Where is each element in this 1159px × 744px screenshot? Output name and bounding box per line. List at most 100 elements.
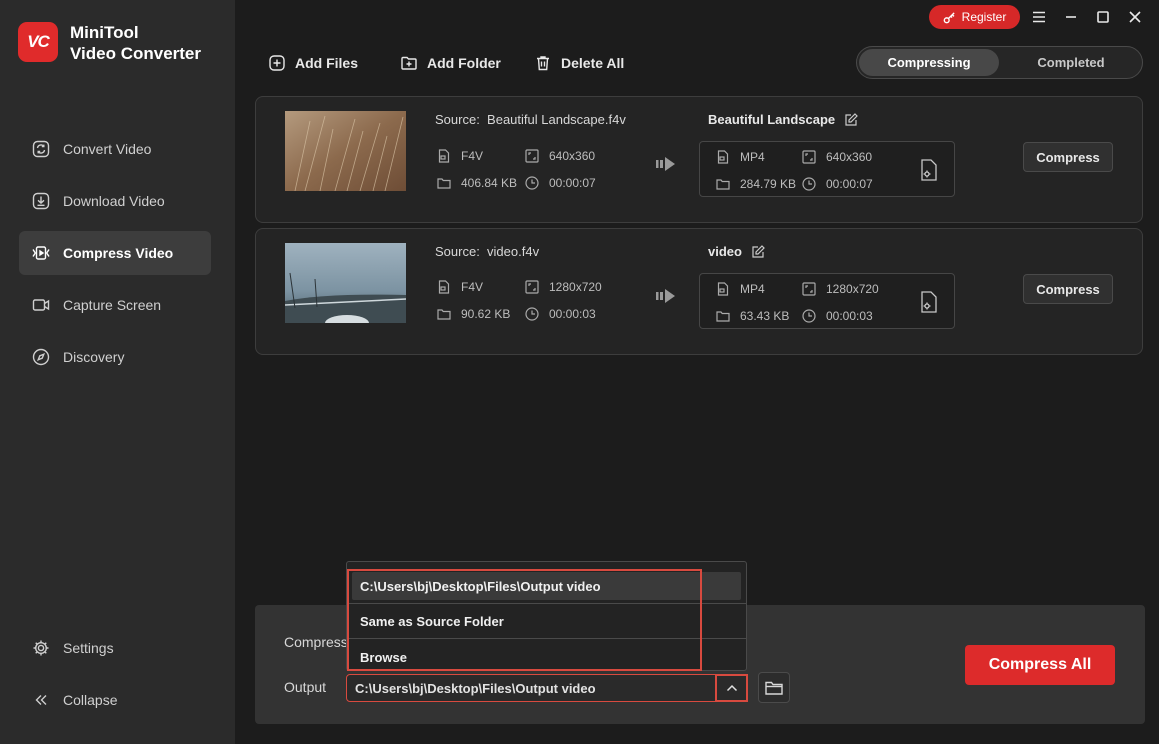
output-name: Beautiful Landscape: [708, 112, 836, 127]
dropdown-divider: [347, 638, 746, 639]
maximize-icon[interactable]: [1095, 9, 1111, 25]
sidebar-item-label: Convert Video: [63, 141, 152, 157]
folder-icon: [437, 178, 451, 189]
source-label: Source:: [435, 112, 480, 127]
output-format: MP4: [716, 150, 765, 164]
app-logo: VC: [18, 22, 58, 62]
dropdown-divider: [347, 603, 746, 604]
settings-icon[interactable]: [919, 159, 939, 181]
sidebar: VC MiniTool Video Converter Convert Vide…: [0, 0, 235, 744]
output-filename: Beautiful Landscape: [708, 112, 858, 127]
output-resolution: 640x360: [802, 150, 872, 164]
add-files-button[interactable]: Add Files: [269, 55, 358, 71]
output-dropdown-menu: C:\Users\bj\Desktop\Files\Output video S…: [346, 561, 747, 671]
source-size: 90.62 KB: [437, 307, 510, 321]
trash-icon: [537, 56, 549, 71]
output-filename: video: [708, 244, 765, 259]
output-size-value: 284.79 KB: [740, 177, 797, 191]
resolution-icon: [802, 282, 816, 296]
convert-arrow-icon: [656, 289, 675, 303]
output-settings-box: MP4 1280x720 63.43 KB 00:00:03: [699, 273, 955, 329]
status-tabs: Compressing Completed: [856, 46, 1143, 79]
source-resolution: 640x360: [525, 149, 595, 163]
sidebar-item-convert-video[interactable]: Convert Video: [19, 127, 211, 171]
delete-all-button[interactable]: Delete All: [535, 55, 624, 71]
sidebar-item-label: Discovery: [63, 349, 125, 365]
add-folder-button[interactable]: Add Folder: [401, 55, 501, 71]
sidebar-item-collapse[interactable]: Collapse: [19, 678, 211, 722]
output-format-value: MP4: [740, 282, 765, 296]
output-resolution-value: 1280x720: [826, 282, 879, 296]
source-duration: 00:00:07: [525, 176, 596, 190]
register-button[interactable]: Register: [929, 5, 1020, 29]
add-files-label: Add Files: [295, 55, 359, 71]
output-duration-value: 00:00:07: [826, 177, 873, 191]
chevron-up-icon: [726, 684, 737, 692]
sidebar-item-label: Capture Screen: [63, 297, 162, 313]
convert-icon: [32, 140, 50, 158]
edit-icon[interactable]: [845, 113, 858, 126]
clock-icon: [802, 309, 816, 323]
convert-arrow-icon: [656, 157, 675, 171]
sidebar-item-download-video[interactable]: Download Video: [19, 179, 211, 223]
sidebar-item-discovery[interactable]: Discovery: [19, 335, 211, 379]
file-format-icon: [717, 150, 729, 164]
sidebar-item-compress-video[interactable]: Compress Video: [19, 231, 211, 275]
compress-label: Compress: [284, 634, 348, 650]
output-resolution: 1280x720: [802, 282, 879, 296]
tab-compressing[interactable]: Compressing: [859, 49, 999, 76]
source-duration: 00:00:03: [525, 307, 596, 321]
output-duration: 00:00:07: [802, 177, 873, 191]
source-label: Source:: [435, 244, 480, 259]
tab-completed[interactable]: Completed: [1003, 49, 1139, 76]
dropdown-option-same-as-source[interactable]: Same as Source Folder: [352, 607, 741, 635]
source-name: Beautiful Landscape.f4v: [487, 112, 626, 127]
resolution-icon: [525, 149, 539, 163]
source-duration-value: 00:00:03: [549, 307, 596, 321]
folder-icon: [765, 681, 783, 695]
settings-icon[interactable]: [919, 291, 939, 313]
resolution-icon: [525, 280, 539, 294]
source-format: F4V: [437, 149, 483, 163]
file-card: Source: video.f4v F4V 1280x720 90.62 KB …: [255, 228, 1143, 355]
video-thumbnail[interactable]: [285, 243, 406, 323]
sidebar-item-capture-screen[interactable]: Capture Screen: [19, 283, 211, 327]
output-size: 63.43 KB: [716, 309, 789, 323]
dropdown-option-browse[interactable]: Browse: [352, 643, 741, 671]
compress-all-button[interactable]: Compress All: [965, 645, 1115, 685]
download-icon: [32, 192, 50, 210]
source-filename: Source: Beautiful Landscape.f4v: [435, 112, 626, 127]
video-thumbnail[interactable]: [285, 111, 406, 191]
compress-button[interactable]: Compress: [1023, 274, 1113, 304]
compress-button[interactable]: Compress: [1023, 142, 1113, 172]
output-path-field[interactable]: C:\Users\bj\Desktop\Files\Output video: [346, 674, 748, 702]
file-format-icon: [438, 280, 450, 294]
sidebar-item-settings[interactable]: Settings: [19, 626, 211, 670]
output-duration: 00:00:03: [802, 309, 873, 323]
output-name: video: [708, 244, 742, 259]
add-file-icon: [269, 55, 285, 71]
open-folder-button[interactable]: [758, 672, 790, 703]
clock-icon: [802, 177, 816, 191]
output-size-value: 63.43 KB: [740, 309, 790, 323]
sidebar-item-label: Settings: [63, 640, 114, 656]
register-label: Register: [961, 10, 1007, 24]
sidebar-item-label: Compress Video: [63, 245, 174, 261]
compress-icon: [32, 246, 50, 260]
source-size-value: 90.62 KB: [461, 307, 511, 321]
source-resolution-value: 640x360: [549, 149, 596, 163]
menu-icon[interactable]: [1031, 9, 1047, 25]
camera-icon: [32, 299, 50, 311]
source-name: video.f4v: [487, 244, 540, 259]
output-dropdown-toggle[interactable]: [715, 674, 748, 702]
edit-icon[interactable]: [752, 245, 765, 258]
folder-icon: [716, 179, 730, 190]
source-size-value: 406.84 KB: [461, 176, 518, 190]
output-format-value: MP4: [740, 150, 765, 164]
clock-icon: [525, 307, 539, 321]
minimize-icon[interactable]: [1063, 9, 1079, 25]
clock-icon: [525, 176, 539, 190]
dropdown-option-output-path[interactable]: C:\Users\bj\Desktop\Files\Output video: [352, 572, 741, 600]
sidebar-item-label: Download Video: [63, 193, 165, 209]
close-icon[interactable]: [1127, 9, 1143, 25]
